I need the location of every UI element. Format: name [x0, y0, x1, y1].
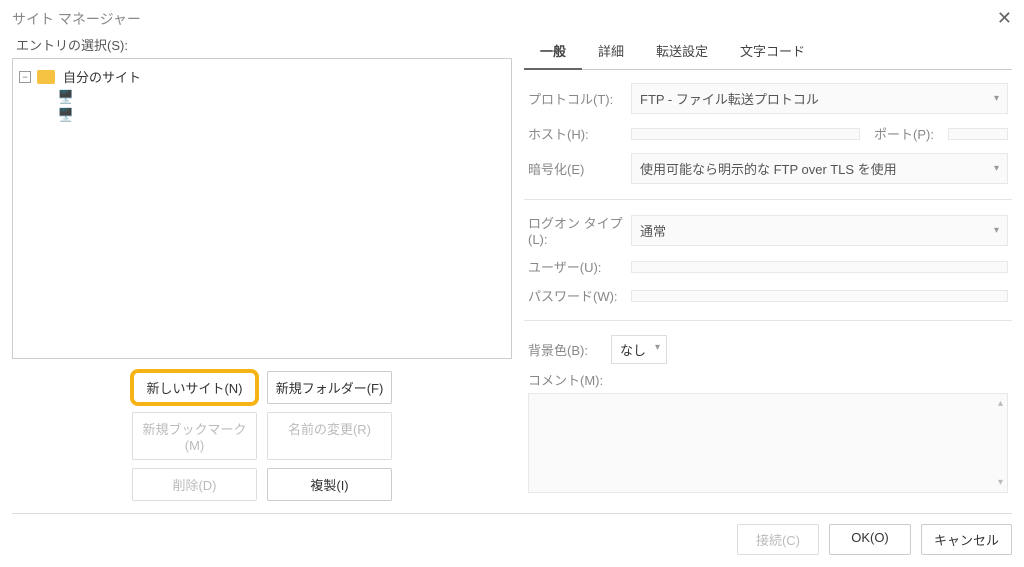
ok-button[interactable]: OK(O) [829, 524, 911, 555]
port-input[interactable] [948, 128, 1008, 140]
site-tree[interactable]: − 自分のサイト 🖥️ 🖥️ [12, 58, 512, 359]
user-label: ユーザー(U): [528, 257, 623, 276]
new-bookmark-button: 新規ブックマーク(M) [132, 412, 257, 460]
port-label: ポート(P): [874, 124, 934, 143]
password-input[interactable] [631, 290, 1008, 302]
delete-button: 削除(D) [132, 468, 257, 501]
server-icon: 🖥️ [57, 108, 75, 122]
protocol-value: FTP - ファイル転送プロトコル [640, 89, 819, 108]
chevron-down-icon: ▾ [994, 163, 999, 174]
logon-type-select[interactable]: 通常 ▾ [631, 215, 1008, 246]
tree-site-item[interactable]: 🖥️ [19, 106, 505, 124]
connect-button: 接続(C) [737, 524, 819, 555]
bgcolor-label: 背景色(B): [528, 340, 603, 359]
folder-icon [37, 70, 55, 84]
collapse-icon[interactable]: − [19, 71, 31, 83]
tab-charset[interactable]: 文字コード [724, 35, 821, 69]
tree-root-label: 自分のサイト [63, 67, 141, 86]
protocol-select[interactable]: FTP - ファイル転送プロトコル ▾ [631, 83, 1008, 114]
comment-label: コメント(M): [528, 370, 1008, 389]
encryption-value: 使用可能なら明示的な FTP over TLS を使用 [640, 159, 897, 178]
window-title: サイト マネージャー [12, 9, 141, 29]
bgcolor-select[interactable]: なし ▾ [611, 335, 667, 364]
comment-textarea[interactable]: ▴ ▾ [528, 393, 1008, 493]
encryption-label: 暗号化(E) [528, 159, 623, 178]
server-icon: 🖥️ [57, 90, 75, 104]
host-label: ホスト(H): [528, 124, 623, 143]
duplicate-button[interactable]: 複製(I) [267, 468, 392, 501]
entry-select-label: エントリの選択(S): [12, 35, 512, 54]
close-icon[interactable]: ✕ [997, 8, 1012, 29]
rename-button: 名前の変更(R) [267, 412, 392, 460]
tab-transfer[interactable]: 転送設定 [640, 35, 724, 69]
chevron-down-icon: ▾ [994, 225, 999, 236]
chevron-down-icon: ▾ [655, 342, 660, 353]
tab-detail[interactable]: 詳細 [582, 35, 640, 69]
protocol-label: プロトコル(T): [528, 89, 623, 108]
chevron-down-icon: ▾ [994, 93, 999, 104]
user-input[interactable] [631, 261, 1008, 273]
scroll-down-icon[interactable]: ▾ [998, 477, 1003, 488]
scroll-up-icon[interactable]: ▴ [998, 398, 1003, 409]
tree-site-item[interactable]: 🖥️ [19, 88, 505, 106]
tree-root-row[interactable]: − 自分のサイト [19, 65, 505, 88]
host-input[interactable] [631, 128, 860, 140]
new-site-button[interactable]: 新しいサイト(N) [132, 371, 257, 404]
logon-type-label: ログオン タイプ(L): [528, 213, 623, 247]
cancel-button[interactable]: キャンセル [921, 524, 1012, 555]
bgcolor-value: なし [620, 343, 646, 358]
encryption-select[interactable]: 使用可能なら明示的な FTP over TLS を使用 ▾ [631, 153, 1008, 184]
tab-general[interactable]: 一般 [524, 35, 582, 70]
logon-type-value: 通常 [640, 221, 666, 240]
new-folder-button[interactable]: 新規フォルダー(F) [267, 371, 392, 404]
password-label: パスワード(W): [528, 286, 623, 305]
